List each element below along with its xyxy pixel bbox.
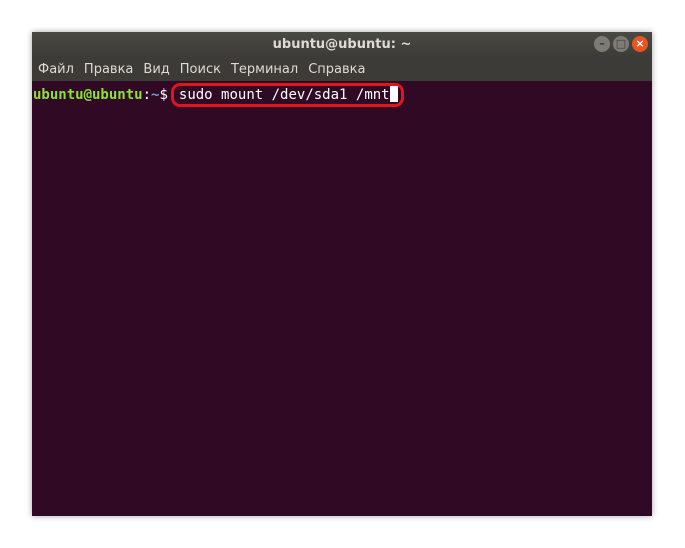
menu-search[interactable]: Поиск	[175, 62, 226, 77]
window-controls: – □ ×	[594, 36, 648, 52]
command-highlight: sudo mount /dev/sda1 /mnt	[170, 83, 404, 107]
maximize-icon[interactable]: □	[613, 36, 629, 52]
title-bar[interactable]: ubuntu@ubuntu: ~ – □ ×	[32, 32, 652, 57]
menu-edit[interactable]: Правка	[79, 62, 138, 77]
menu-bar: Файл Правка Вид Поиск Терминал Справка	[32, 57, 652, 81]
menu-terminal[interactable]: Терминал	[226, 62, 303, 77]
text-cursor	[389, 86, 398, 102]
prompt-dollar: $	[159, 87, 168, 103]
minimize-icon[interactable]: –	[594, 36, 610, 52]
prompt-separator: :	[142, 87, 152, 103]
terminal-area[interactable]: ubuntu@ubuntu:~$ sudo mount /dev/sda1 /mn…	[32, 81, 652, 516]
close-icon[interactable]: ×	[632, 36, 648, 52]
command-text: sudo mount /dev/sda1 /mnt	[178, 87, 390, 103]
window-title: ubuntu@ubuntu: ~	[272, 37, 412, 52]
terminal-window: ubuntu@ubuntu: ~ – □ × Файл Правка Вид П…	[32, 32, 652, 516]
menu-help[interactable]: Справка	[303, 62, 370, 77]
menu-view[interactable]: Вид	[138, 62, 174, 77]
command-line: ubuntu@ubuntu:~$ sudo mount /dev/sda1 /mn…	[33, 82, 404, 108]
prompt-user: ubuntu@ubuntu	[33, 87, 143, 103]
menu-file[interactable]: Файл	[32, 62, 79, 77]
